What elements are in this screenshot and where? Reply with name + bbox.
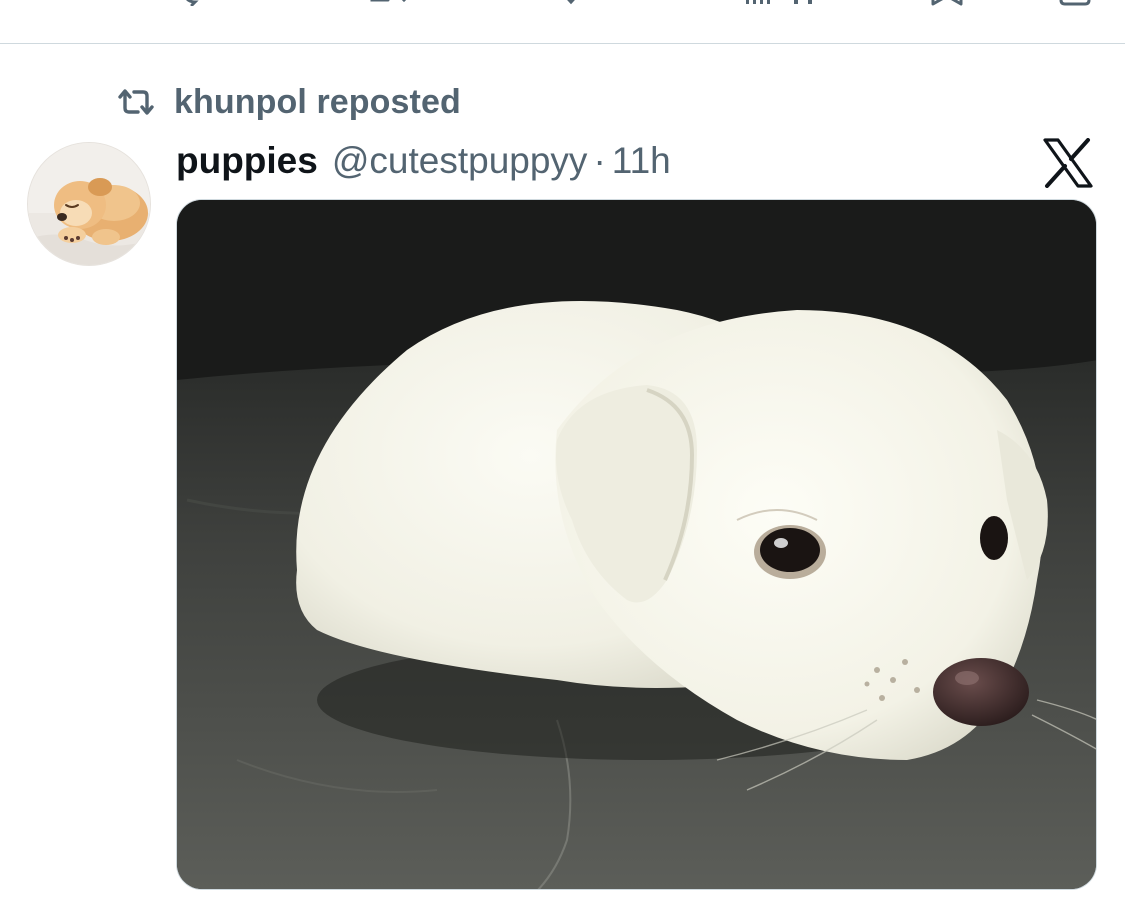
share-icon[interactable] [1058, 0, 1092, 6]
previous-tweet-action-bar [0, 0, 1125, 44]
separator-dot: · [593, 140, 606, 181]
bookmark-icon[interactable] [930, 0, 964, 6]
repost-icon [116, 86, 156, 118]
repost-context[interactable]: khunpol reposted [116, 82, 461, 122]
display-name[interactable]: puppies [176, 140, 318, 182]
x-logo-icon [1042, 138, 1094, 188]
views-icon[interactable] [744, 0, 834, 6]
avatar[interactable] [27, 142, 151, 266]
tweet-media-image[interactable] [176, 199, 1097, 890]
tweet-header: puppies @cutestpuppyy · 11h [176, 138, 671, 184]
reply-icon[interactable] [180, 0, 210, 6]
like-icon[interactable] [556, 0, 586, 6]
timestamp[interactable]: 11h [612, 140, 671, 182]
repost-icon[interactable] [368, 0, 408, 6]
tweet-divider [0, 43, 1125, 44]
user-handle[interactable]: @cutestpuppyy [332, 140, 588, 182]
repost-context-text: khunpol reposted [174, 82, 461, 121]
